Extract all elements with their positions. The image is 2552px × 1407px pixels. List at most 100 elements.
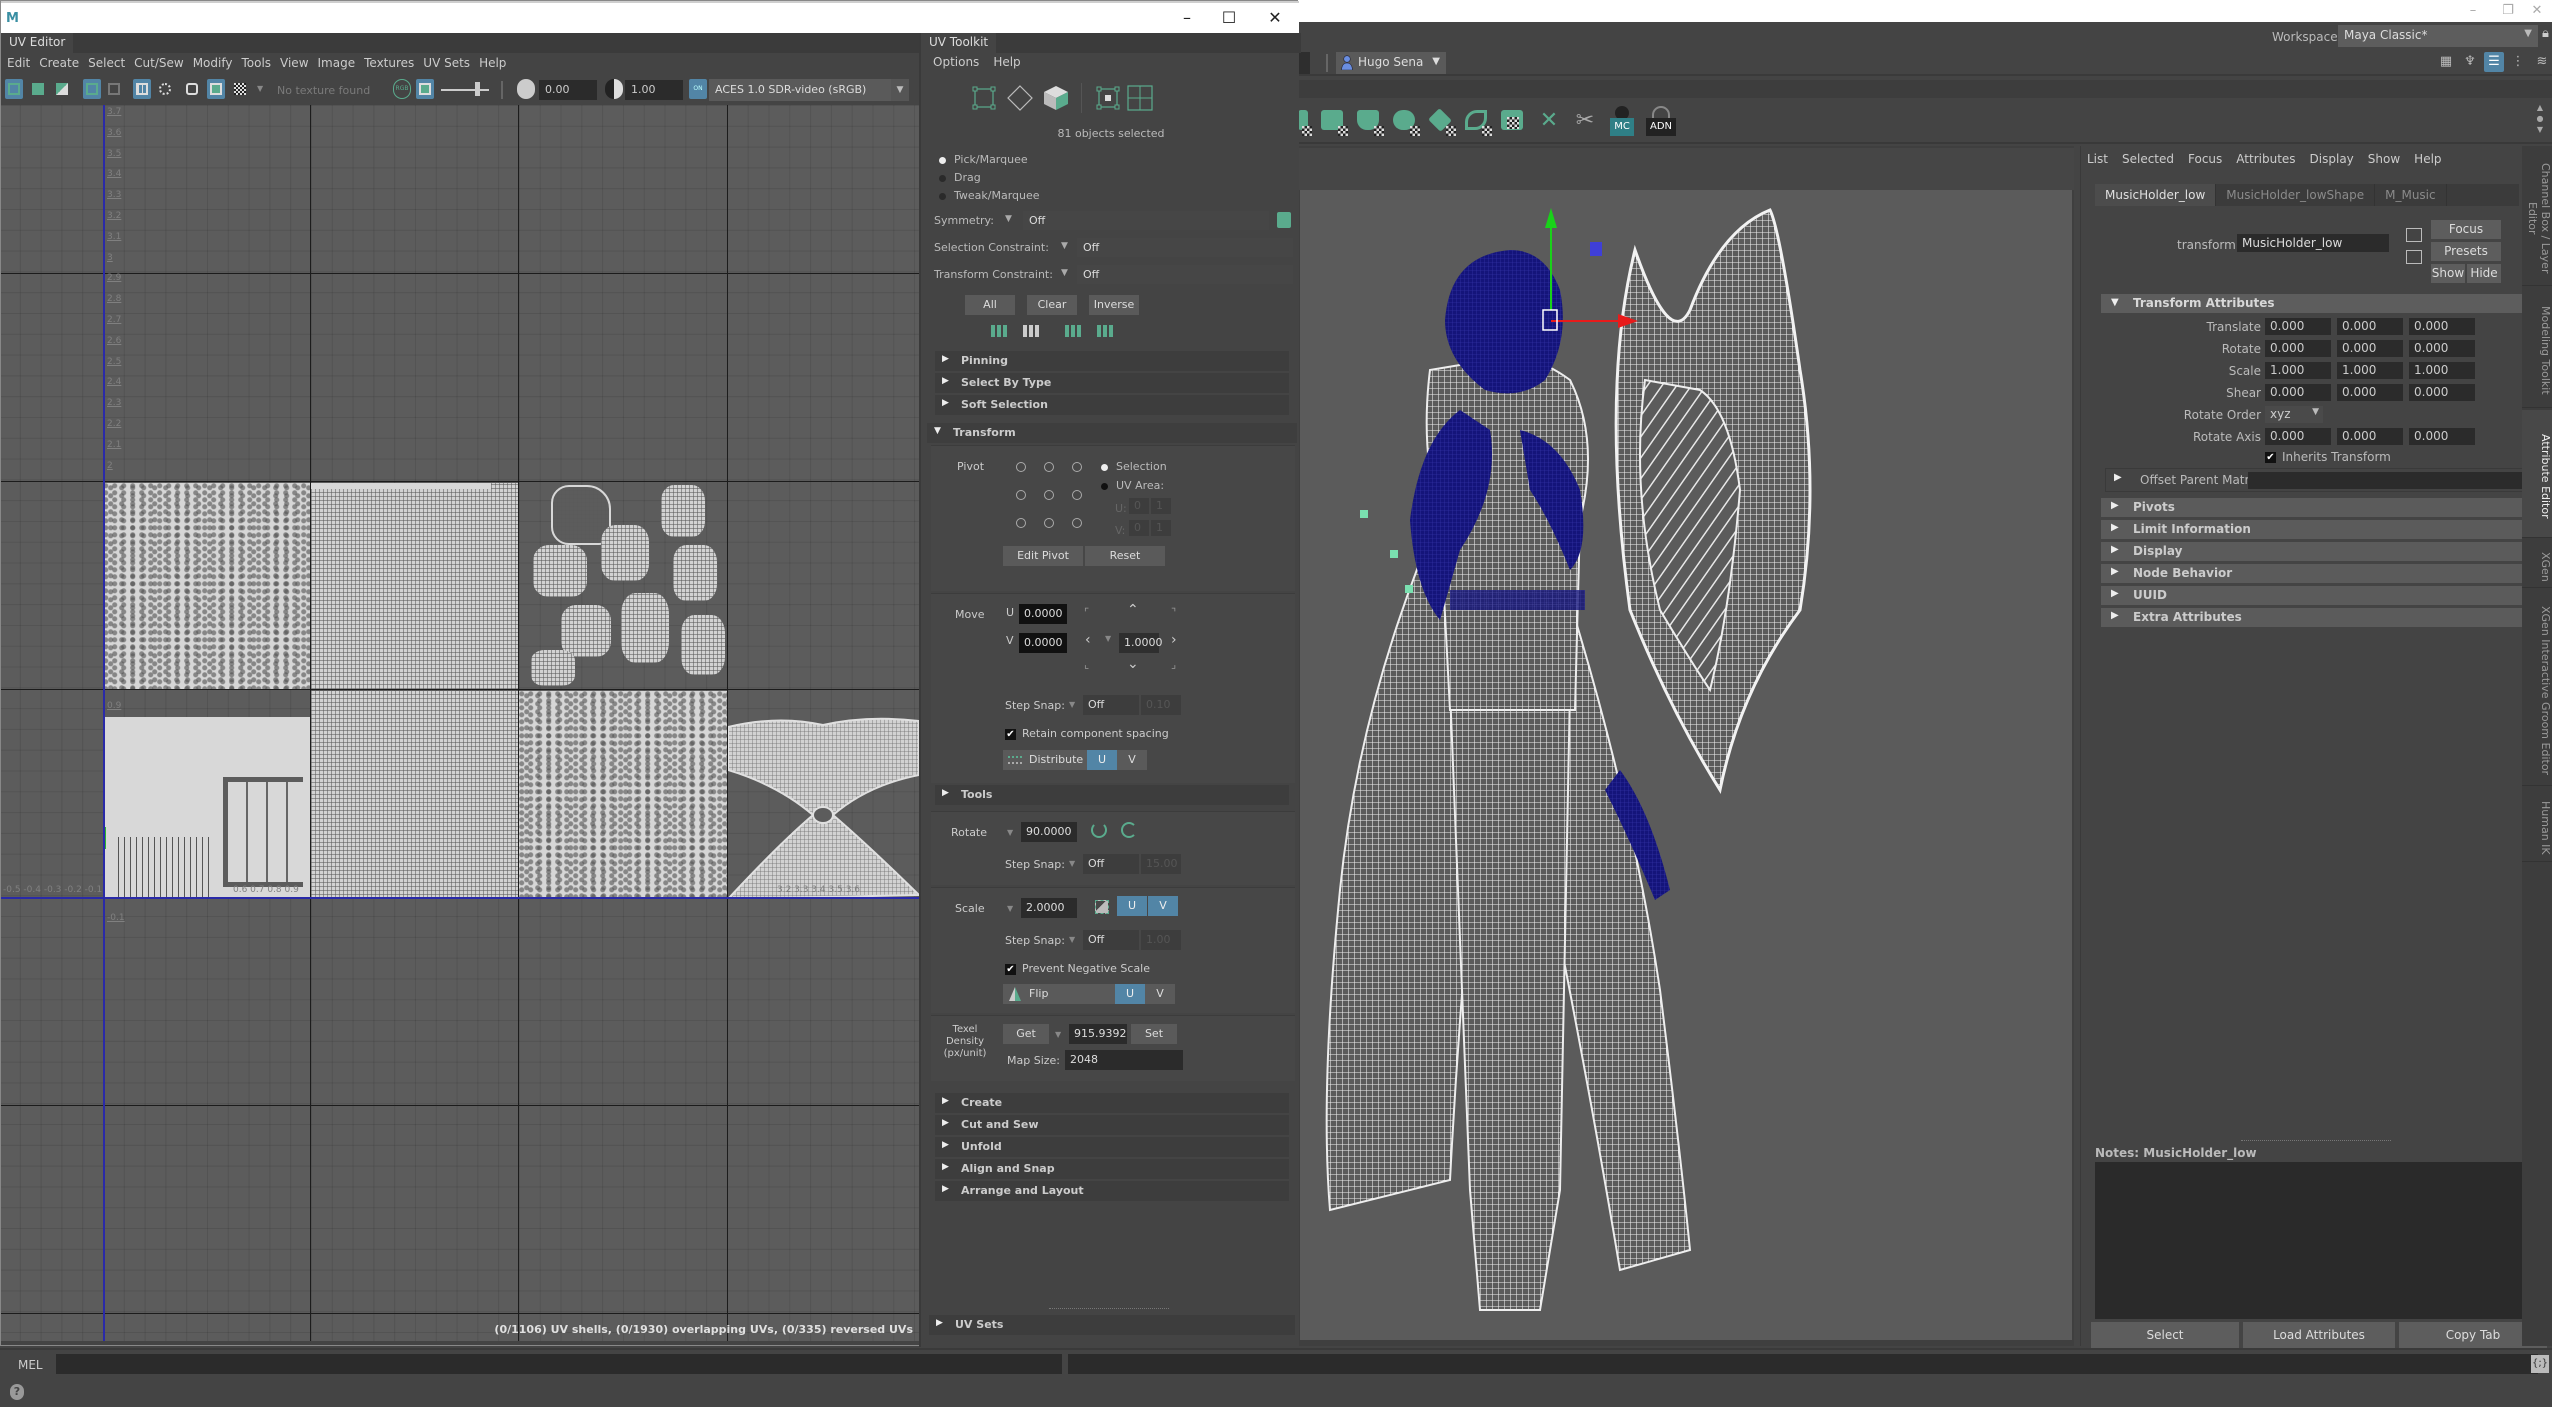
ae-section-limit-information[interactable]: ▶ Limit Information [2101, 520, 2539, 539]
shrink-selection-icon[interactable] [991, 325, 1007, 337]
attribute-editor-icon[interactable]: ☰ [2484, 52, 2504, 72]
offset-parent-matrix-field[interactable] [2248, 472, 2532, 489]
show-button[interactable]: Show [2431, 264, 2465, 283]
flip-button[interactable]: Flip [1003, 984, 1115, 1004]
distribute-u-toggle[interactable]: U [1087, 750, 1117, 770]
tool-pick-marquee-radio[interactable]: Pick/Marquee [939, 153, 1028, 166]
ae-menu-selected[interactable]: Selected [2122, 152, 2174, 166]
shelf-adn-button[interactable]: ADN [1644, 106, 1678, 136]
shelf-checker-icon[interactable] [1498, 106, 1528, 136]
display-image-icon[interactable] [207, 79, 225, 99]
shear-y-field[interactable]: 0.000 [2337, 384, 2403, 401]
minimize-button[interactable]: – [1167, 7, 1207, 31]
section-create[interactable]: ▶ Create [935, 1093, 1289, 1113]
workspace-dropdown[interactable]: Maya Classic* ▼ [2338, 25, 2538, 47]
menu-edit[interactable]: Edit [7, 53, 39, 75]
select-button[interactable]: Select [2091, 1322, 2239, 1348]
texel-density-field[interactable]: 915.9392 [1069, 1024, 1127, 1044]
pivot-middle-right[interactable] [1072, 490, 1082, 500]
maximize-button[interactable]: ☐ [1209, 7, 1249, 31]
channel-box-icon[interactable]: ≋ [2532, 52, 2552, 72]
move-up-icon[interactable]: ⌃ [1127, 602, 1139, 618]
uv-tile-mode-icon[interactable] [1127, 85, 1153, 111]
section-cut-and-sew[interactable]: ▶ Cut and Sew [935, 1115, 1289, 1135]
uv-shell-patch[interactable] [533, 545, 587, 597]
symmetry-axis-icon[interactable] [1277, 212, 1291, 228]
uv-shell-patch[interactable] [621, 593, 669, 663]
chevron-down-icon[interactable]: ▼ [1005, 214, 1012, 224]
ae-tab-musicholder-lowshape[interactable]: MusicHolder_lowShape [2216, 184, 2376, 206]
texture-dropdown[interactable]: No texture found [277, 84, 370, 97]
shelf-scissors-icon[interactable]: ✂ [1570, 106, 1600, 136]
color-management-toggle[interactable]: ON [689, 79, 707, 99]
section-unfold[interactable]: ▶ Unfold [935, 1137, 1289, 1157]
uv-shell-patch[interactable] [531, 650, 575, 686]
menu-select[interactable]: Select [88, 53, 134, 75]
chevron-down-icon[interactable]: ▼ [1061, 268, 1068, 278]
scale-factor-field[interactable]: 2.0000 [1021, 898, 1077, 918]
menu-tools[interactable]: Tools [241, 53, 280, 75]
exposure-icon[interactable] [517, 79, 535, 99]
ae-section-extra-attributes[interactable]: ▶ Extra Attributes [2101, 608, 2539, 627]
chevron-down-icon[interactable]: ▼ [1055, 1030, 1061, 1039]
distribute-v-toggle[interactable]: V [1117, 750, 1147, 770]
scale-step-snap-dropdown[interactable]: Off [1083, 930, 1139, 950]
uv-canvas[interactable]: 3.7 3.6 3.5 3.4 3.3 3.2 3.1 3 2.9 2.8 2.7 2.6 2.5 2.4… [1, 105, 919, 1341]
edge-mode-icon[interactable] [1007, 85, 1033, 111]
uv-winding-icon[interactable] [53, 79, 71, 99]
shear-z-field[interactable]: 0.000 [2409, 384, 2475, 401]
edit-pivot-button[interactable]: Edit Pivot [1003, 546, 1083, 566]
dim-image-icon[interactable] [416, 79, 434, 99]
uv-shell-patch[interactable] [561, 605, 611, 657]
tool-settings-icon[interactable]: ⋮ [2508, 52, 2528, 72]
shear-x-field[interactable]: 0.000 [2265, 384, 2331, 401]
inherits-transform-checkbox[interactable]: ✔ Inherits Transform [2265, 450, 2391, 464]
tab-uv-toolkit[interactable]: UV Toolkit [921, 33, 997, 53]
select-clear-button[interactable]: Clear [1027, 295, 1077, 315]
scale-v-toggle[interactable]: V [1148, 896, 1178, 916]
side-tab-modeling-toolkit[interactable]: Modeling Toolkit [2522, 288, 2552, 408]
shelf-mc-button[interactable]: MC [1606, 106, 1638, 136]
get-texel-density-button[interactable]: Get [1003, 1024, 1049, 1044]
section-uv-sets[interactable]: ▶ UV Sets [929, 1315, 1295, 1335]
tool-tweak-marquee-radio[interactable]: Tweak/Marquee [939, 189, 1040, 202]
menu-image[interactable]: Image [318, 53, 365, 75]
ae-section-display[interactable]: ▶ Display [2101, 542, 2539, 561]
chevron-down-icon[interactable]: ▼ [1007, 904, 1013, 913]
shelf-scroll-arrows[interactable]: ▲ ● ▼ [2534, 102, 2546, 138]
scale-uniform-icon[interactable] [1095, 900, 1109, 914]
rotate-order-dropdown[interactable]: xyz ▼ [2265, 406, 2323, 423]
gamma-field[interactable]: 1.00 [625, 80, 683, 100]
map-size-field[interactable]: 2048 [1065, 1050, 1183, 1070]
ae-tab-m-music[interactable]: M_Music [2375, 184, 2447, 206]
section-transform[interactable]: ▼ Transform [927, 423, 1297, 443]
ae-section-uuid[interactable]: ▶ UUID [2101, 586, 2539, 605]
ae-menu-display[interactable]: Display [2310, 152, 2354, 166]
uv-shell-patch[interactable] [601, 525, 649, 581]
user-account-menu[interactable]: Hugo Sena ▼ [1336, 52, 1446, 74]
pivot-center[interactable] [1044, 490, 1054, 500]
rotate-axis-x-field[interactable]: 0.000 [2265, 428, 2331, 445]
move-up-left-icon[interactable]: ⌜ [1084, 606, 1089, 619]
dim-slider-track[interactable] [441, 89, 489, 91]
ae-menu-attributes[interactable]: Attributes [2236, 152, 2295, 166]
move-v-field[interactable]: 0.0000 [1019, 633, 1067, 653]
section-pinning[interactable]: ▶ Pinning [935, 351, 1289, 371]
chevron-down-icon[interactable]: ▼ [1061, 241, 1068, 251]
rotate-step-snap-dropdown[interactable]: Off [1083, 854, 1139, 874]
selection-constraint-dropdown[interactable]: Off [1077, 238, 1293, 257]
ae-menu-show[interactable]: Show [2368, 152, 2400, 166]
help-icon[interactable]: ? [10, 1384, 24, 1400]
scale-y-field[interactable]: 1.000 [2337, 362, 2403, 379]
uv-distortion-icon[interactable] [5, 79, 23, 99]
mel-language-toggle[interactable]: MEL [18, 1358, 43, 1372]
side-tab-xgen-groom[interactable]: XGen Interactive Groom Editor [2522, 590, 2552, 786]
uv-shell-tile-1-1[interactable] [311, 691, 518, 899]
move-up-right-icon[interactable]: ⌝ [1171, 606, 1176, 619]
scale-z-field[interactable]: 1.000 [2409, 362, 2475, 379]
menu-view[interactable]: View [280, 53, 317, 75]
maya-minimize-button[interactable]: – [2458, 2, 2488, 20]
pivot-bottom-left[interactable] [1016, 518, 1026, 528]
pivot-bottom-center[interactable] [1044, 518, 1054, 528]
human-ik-icon[interactable]: ♆ [2460, 52, 2480, 72]
